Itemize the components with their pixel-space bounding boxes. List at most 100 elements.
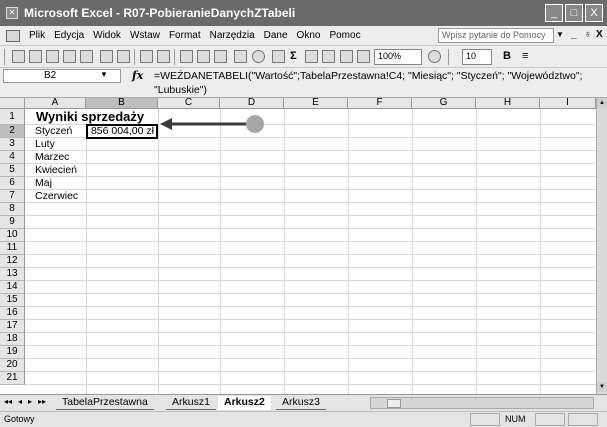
research-icon[interactable]: [157, 50, 170, 63]
row-header[interactable]: 12: [0, 255, 25, 268]
row-header[interactable]: 18: [0, 333, 25, 346]
workbook-icon[interactable]: [6, 29, 20, 42]
doc-close-button[interactable]: X: [596, 29, 603, 40]
zoom-select[interactable]: 100%: [374, 49, 422, 65]
menu-okno[interactable]: Okno: [297, 30, 321, 41]
hyperlink-icon[interactable]: [272, 50, 285, 63]
open-icon[interactable]: [29, 50, 42, 63]
cell-b2-selected[interactable]: 856 004,00 zł: [86, 124, 158, 139]
email-icon[interactable]: [80, 50, 93, 63]
name-box-dropdown-icon[interactable]: ▼: [100, 70, 108, 79]
doc-restore-button[interactable]: ♁: [584, 29, 592, 40]
row-header[interactable]: 9: [0, 216, 25, 229]
permission-icon[interactable]: [63, 50, 76, 63]
row-header[interactable]: 14: [0, 281, 25, 294]
help-dropdown-icon[interactable]: ▼: [556, 30, 564, 39]
toolbar-grip[interactable]: [4, 49, 5, 65]
print-icon[interactable]: [100, 50, 113, 63]
row-header[interactable]: 16: [0, 307, 25, 320]
sheet-tab-arkusz1[interactable]: Arkusz1: [166, 396, 216, 410]
sheet-tab-tabelaprzestawna[interactable]: TabelaPrzestawna: [56, 396, 154, 410]
undo-icon[interactable]: [252, 50, 265, 63]
column-header[interactable]: A: [25, 98, 86, 109]
print-preview-icon[interactable]: [117, 50, 130, 63]
formula-input[interactable]: =WEŹDANETABELI("Wartość";TabelaPrzestawn…: [154, 69, 604, 97]
minimize-button[interactable]: _: [545, 4, 563, 22]
chart-wizard-icon[interactable]: [340, 50, 353, 63]
row-header[interactable]: 2: [0, 125, 25, 138]
font-size-select[interactable]: 10: [462, 49, 492, 65]
row-header[interactable]: 15: [0, 294, 25, 307]
doc-minimize-button[interactable]: _: [571, 29, 577, 40]
help-search-input[interactable]: Wpisz pytanie do Pomocy: [438, 28, 554, 43]
row-header[interactable]: 20: [0, 359, 25, 372]
drawing-icon[interactable]: [357, 50, 370, 63]
menu-edycja[interactable]: Edycja: [54, 30, 84, 41]
paste-icon[interactable]: [214, 50, 227, 63]
row-header[interactable]: 1: [0, 109, 25, 125]
row-header[interactable]: 8: [0, 203, 25, 216]
row-header[interactable]: 6: [0, 177, 25, 190]
row-header[interactable]: 13: [0, 268, 25, 281]
row-header[interactable]: 5: [0, 164, 25, 177]
row-header[interactable]: 21: [0, 372, 25, 385]
column-header[interactable]: E: [284, 98, 348, 109]
menu-format[interactable]: Format: [169, 30, 201, 41]
align-icon[interactable]: ≡: [522, 50, 528, 62]
excel-app-icon[interactable]: ✕: [6, 7, 18, 19]
column-header[interactable]: B: [86, 98, 158, 109]
save-icon[interactable]: [46, 50, 59, 63]
cell-a4[interactable]: Marzec: [33, 151, 69, 164]
sheet-tab-arkusz2[interactable]: Arkusz2: [218, 396, 271, 410]
row-header[interactable]: 19: [0, 346, 25, 359]
vertical-scrollbar[interactable]: ▲ ▼: [596, 98, 607, 394]
scroll-thumb[interactable]: [387, 399, 401, 408]
bold-button[interactable]: B: [503, 50, 511, 62]
maximize-button[interactable]: □: [565, 4, 583, 22]
menu-narzedzia[interactable]: Narzędzia: [210, 30, 255, 41]
column-header[interactable]: D: [220, 98, 284, 109]
column-header[interactable]: H: [476, 98, 540, 109]
menu-widok[interactable]: Widok: [93, 30, 121, 41]
cell-a7[interactable]: Czerwiec: [33, 190, 78, 203]
insert-function-icon[interactable]: fx: [132, 69, 143, 82]
cell-a6[interactable]: Maj: [33, 177, 52, 190]
scroll-down-icon[interactable]: ▼: [597, 382, 607, 392]
sheet-tab-arkusz3[interactable]: Arkusz3: [276, 396, 326, 410]
column-header[interactable]: G: [412, 98, 476, 109]
scroll-up-icon[interactable]: ▲: [597, 98, 607, 108]
new-icon[interactable]: [12, 50, 25, 63]
sort-ascending-icon[interactable]: [305, 50, 318, 63]
cell-a5[interactable]: Kwiecień: [33, 164, 77, 177]
toolbar-grip[interactable]: [448, 49, 449, 65]
horizontal-scrollbar[interactable]: [370, 397, 594, 409]
prev-sheet-icon[interactable]: ◂: [18, 397, 22, 406]
menu-pomoc[interactable]: Pomoc: [329, 30, 360, 41]
first-sheet-icon[interactable]: ◂◂: [4, 397, 12, 406]
row-header[interactable]: 4: [0, 151, 25, 164]
column-header[interactable]: I: [540, 98, 596, 109]
cell-a1-title[interactable]: Wyniki sprzedaży: [34, 110, 145, 123]
row-header[interactable]: 11: [0, 242, 25, 255]
select-all-button[interactable]: [0, 98, 25, 109]
row-header[interactable]: 7: [0, 190, 25, 203]
sort-descending-icon[interactable]: [322, 50, 335, 63]
help-icon[interactable]: [428, 50, 441, 63]
column-header[interactable]: C: [158, 98, 220, 109]
row-header[interactable]: 3: [0, 138, 25, 151]
next-sheet-icon[interactable]: ▸: [28, 397, 32, 406]
menu-dane[interactable]: Dane: [264, 30, 288, 41]
row-header[interactable]: 17: [0, 320, 25, 333]
last-sheet-icon[interactable]: ▸▸: [38, 397, 46, 406]
close-button[interactable]: X: [585, 4, 603, 22]
copy-icon[interactable]: [197, 50, 210, 63]
cell-a2[interactable]: Styczeń: [33, 125, 72, 138]
menu-plik[interactable]: Plik: [29, 30, 45, 41]
row-header[interactable]: 10: [0, 229, 25, 242]
format-painter-icon[interactable]: [234, 50, 247, 63]
column-header[interactable]: F: [348, 98, 412, 109]
worksheet-grid[interactable]: A B C D E F G H I 1 2 3 4 5 6 7 8 9 10 1…: [0, 98, 596, 394]
autosum-icon[interactable]: Σ: [290, 50, 297, 62]
cell-a3[interactable]: Luty: [33, 138, 55, 151]
menu-wstaw[interactable]: Wstaw: [130, 30, 160, 41]
